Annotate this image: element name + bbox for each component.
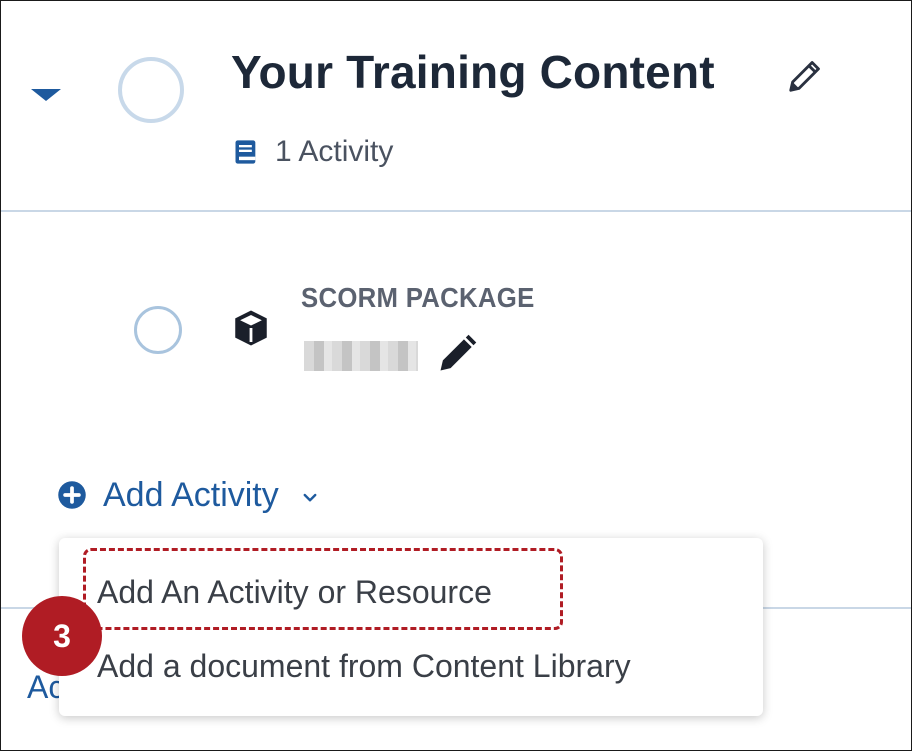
callout-highlight-box [83, 548, 563, 630]
item-progress-circle [134, 306, 182, 354]
item-title-redacted [304, 341, 418, 371]
menu-item-add-document-from-content-library[interactable]: Add a document from Content Library [97, 648, 631, 685]
section-title: Your Training Content [231, 46, 715, 98]
chevron-down-icon [303, 493, 317, 502]
edit-title-pencil-icon[interactable] [786, 57, 824, 95]
cube-icon [235, 310, 267, 346]
activity-count: 1 Activity [275, 135, 394, 168]
edit-item-pencil-icon[interactable] [435, 332, 479, 376]
section-divider [1, 210, 911, 212]
collapse-caret-icon[interactable] [31, 89, 61, 101]
book-icon [235, 140, 256, 164]
plus-circle-icon [58, 481, 86, 509]
add-activity-label: Add Activity [103, 475, 279, 514]
step-number-badge: 3 [22, 596, 102, 676]
section-progress-circle [118, 57, 184, 123]
add-activity-button[interactable]: Add Activity [57, 475, 319, 515]
item-type-label: SCORM PACKAGE [301, 282, 535, 313]
training-content-panel: Your Training Content 1 Activity SCORM P… [0, 0, 912, 751]
